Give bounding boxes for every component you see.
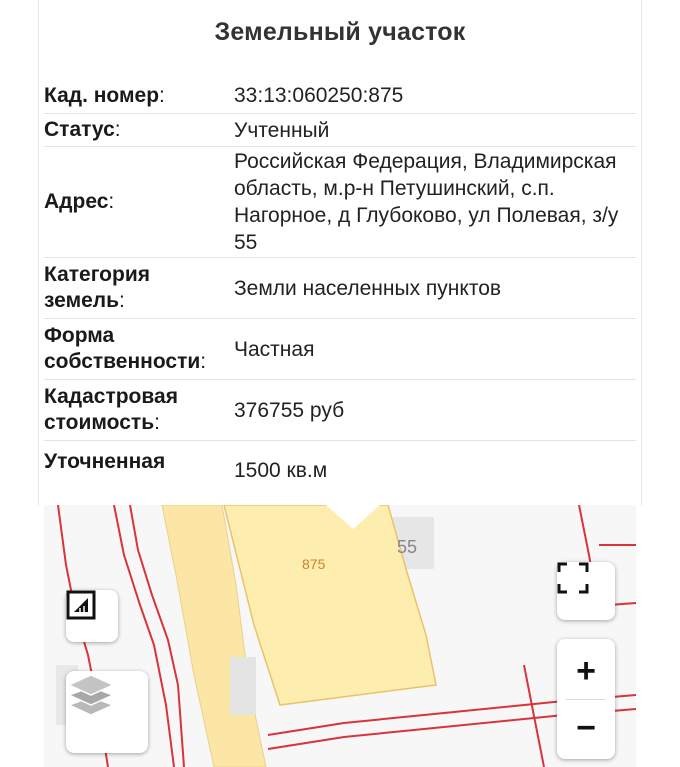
field-label: Адрес: [44,190,115,213]
field-label: Статус: [44,118,121,141]
panel-left-edge [38,0,39,505]
field-label: Кад. номер: [44,83,165,107]
parcel-boundary [523,664,545,767]
parcel-info-table: Кад. номер: 33:13:060250:875 Статус: Учт… [44,78,636,501]
field-row-area: Уточненная 1500 кв.м [44,441,636,501]
fullscreen-icon [557,562,589,594]
field-label: Кадастровая стоимость: [44,385,178,434]
ruler-button[interactable] [66,590,118,642]
field-row-ownership: Форма собственности: Частная [44,319,636,380]
field-value-ownership: Частная [234,337,315,361]
field-value-area: 1500 кв.м [234,459,328,482]
field-value-status: Учтенный [234,118,330,142]
zoom-out-button[interactable]: − [557,700,615,756]
cadastral-map[interactable]: 875 55 + − [44,505,636,767]
field-value-cadastral-value: 376755 руб [234,398,345,422]
panel-title: Земельный участок [214,18,466,46]
parcel-number-label: 875 [302,556,326,572]
field-row-cadastral-value: Кадастровая стоимость: 376755 руб [44,380,636,441]
field-label: Уточненная [44,450,166,473]
field-row-status: Статус: Учтенный [44,114,636,147]
field-label: Форма собственности: [44,324,207,373]
zoom-in-button[interactable]: + [557,643,615,699]
neighbor-number-label: 55 [397,537,417,557]
field-label: Категория земель: [44,263,151,312]
field-row-cadastral-number: Кад. номер: 33:13:060250:875 [44,78,636,114]
field-row-land-category: Категория земель: Земли населенных пункто… [44,258,636,319]
field-value-cadastral-number: 33:13:060250:875 [234,84,404,107]
field-value-land-category: Земли населенных пунктов [234,276,502,300]
fullscreen-button[interactable] [557,562,615,620]
zoom-controls: + − [557,639,615,759]
building-block [230,657,256,715]
field-row-address: Адрес: Российская Федерация, Владимирска… [44,147,636,258]
field-value-address: Российская Федерация, Владимирская облас… [234,150,619,254]
layers-button[interactable] [66,671,148,753]
ruler-icon [66,590,96,620]
layers-icon [67,674,115,716]
